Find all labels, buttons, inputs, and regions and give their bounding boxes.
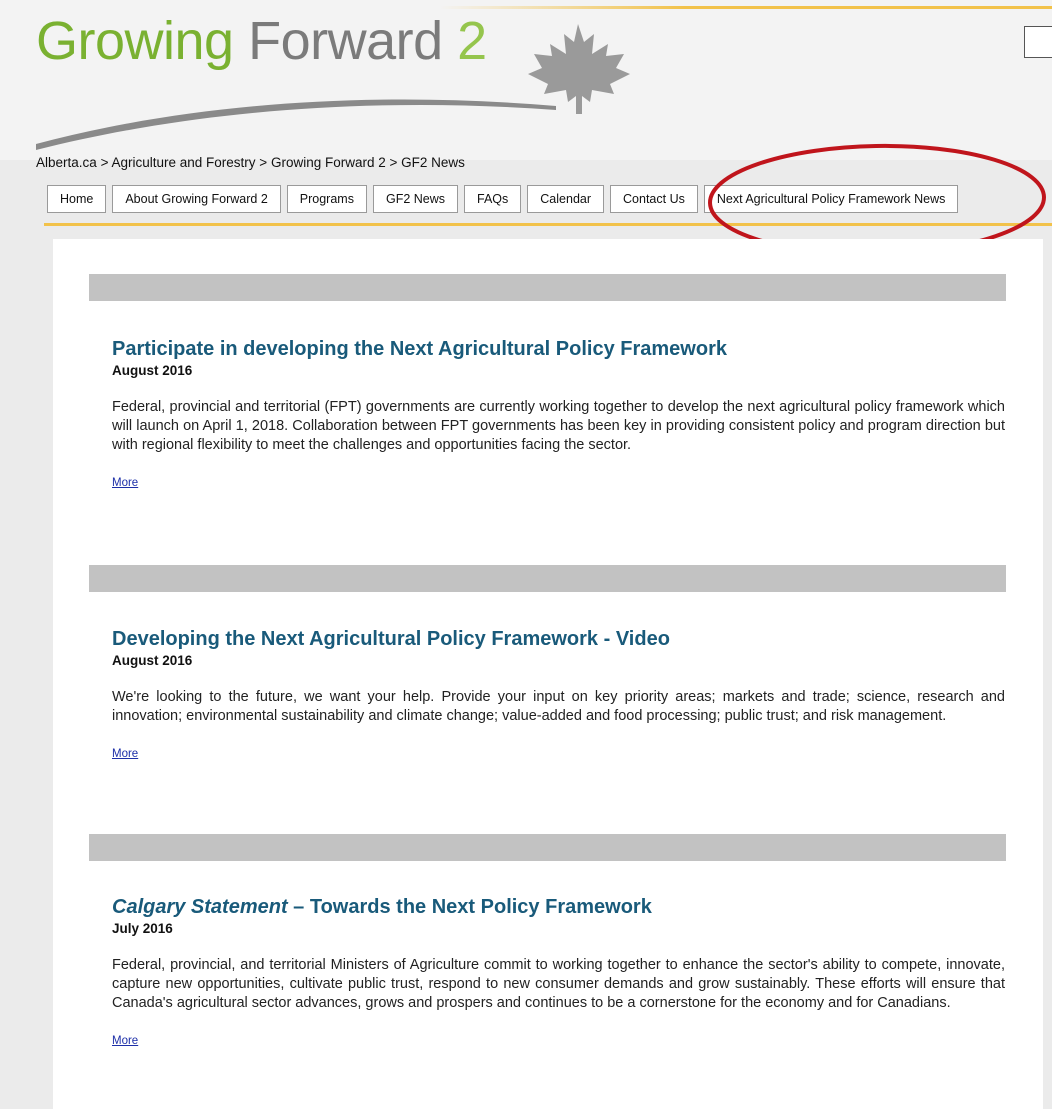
breadcrumb-separator: > bbox=[389, 155, 398, 170]
article-title-text: Developing the Next Agricultural Policy … bbox=[112, 628, 670, 650]
nav-tab-about[interactable]: About Growing Forward 2 bbox=[112, 185, 281, 213]
article-body: Federal, provincial and territorial (FPT… bbox=[112, 399, 1005, 453]
more-link[interactable]: More bbox=[112, 477, 138, 489]
article-body: We're looking to the future, we want you… bbox=[112, 689, 1005, 724]
breadcrumb-separator: > bbox=[100, 155, 109, 170]
article-date: August 2016 bbox=[112, 653, 193, 668]
more-link[interactable]: More bbox=[112, 748, 138, 760]
article-title[interactable]: Participate in developing the Next Agric… bbox=[112, 337, 1005, 361]
news-article: Participate in developing the Next Agric… bbox=[112, 337, 1005, 491]
section-divider-bar bbox=[89, 834, 1006, 861]
article-date: August 2016 bbox=[112, 363, 193, 378]
site-header: Growing Forward 2 bbox=[0, 0, 1052, 160]
nav-tab-home[interactable]: Home bbox=[47, 185, 107, 213]
news-content: Participate in developing the Next Agric… bbox=[53, 239, 1043, 1109]
section-divider-bar bbox=[89, 274, 1006, 301]
article-body: Federal, provincial, and territorial Min… bbox=[112, 957, 1005, 1011]
news-article: Developing the Next Agricultural Policy … bbox=[112, 627, 1005, 762]
nav-tab-calendar[interactable]: Calendar bbox=[527, 185, 605, 213]
nav-tab-programs[interactable]: Programs bbox=[286, 185, 367, 213]
logo-number: 2 bbox=[457, 11, 487, 71]
more-link[interactable]: More bbox=[112, 1035, 138, 1047]
article-title-italic: Calgary Statement bbox=[112, 896, 288, 918]
nav-tab-gf2-news[interactable]: GF2 News bbox=[372, 185, 459, 213]
swoosh-graphic bbox=[36, 99, 556, 150]
breadcrumb: Alberta.ca > Agriculture and Forestry > … bbox=[36, 155, 465, 170]
maple-leaf-icon bbox=[528, 24, 630, 114]
logo-word-growing: Growing bbox=[36, 11, 234, 71]
breadcrumb-item-agriculture[interactable]: Agriculture and Forestry bbox=[111, 155, 255, 170]
article-title-text: – Towards the Next Policy Framework bbox=[287, 896, 652, 918]
article-title[interactable]: Developing the Next Agricultural Policy … bbox=[112, 627, 1005, 651]
nav-tab-contact[interactable]: Contact Us bbox=[610, 185, 698, 213]
section-divider-bar bbox=[89, 565, 1006, 592]
logo-word-forward: Forward bbox=[248, 11, 443, 71]
header-accent-line bbox=[440, 6, 1052, 9]
breadcrumb-item-gf2-news: GF2 News bbox=[401, 155, 465, 170]
site-logo[interactable]: Growing Forward 2 bbox=[36, 10, 487, 72]
nav-tab-faqs[interactable]: FAQs bbox=[464, 185, 522, 213]
article-title-text: Participate in developing the Next Agric… bbox=[112, 338, 727, 360]
breadcrumb-item-alberta[interactable]: Alberta.ca bbox=[36, 155, 97, 170]
breadcrumb-item-growing-forward[interactable]: Growing Forward 2 bbox=[271, 155, 386, 170]
news-article: Calgary Statement – Towards the Next Pol… bbox=[112, 895, 1005, 1049]
search-input[interactable] bbox=[1024, 26, 1052, 58]
breadcrumb-separator: > bbox=[259, 155, 268, 170]
article-title[interactable]: Calgary Statement – Towards the Next Pol… bbox=[112, 895, 1005, 919]
article-date: July 2016 bbox=[112, 921, 173, 936]
